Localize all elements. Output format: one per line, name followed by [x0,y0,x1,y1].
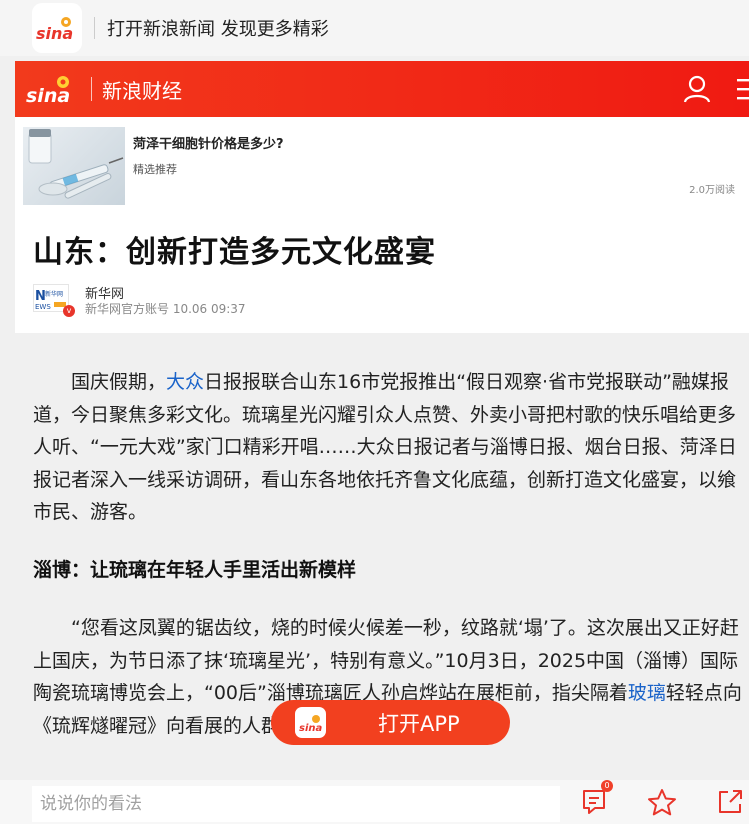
ad-tag: 精选推荐 [133,163,177,176]
comment-icon[interactable] [581,788,607,820]
menu-icon[interactable] [737,78,749,104]
comment-count-badge: 0 [601,780,613,792]
sina-eye-logo-icon: sina [26,76,70,106]
app-promo-bar[interactable]: sina 打开新浪新闻 发现更多精彩 [0,0,749,56]
article-header-card: 菏泽干细胞针价格是多少? 精选推荐 2.0万阅读 山东：创新打造多元文化盛宴 N… [15,117,749,333]
svg-text:EWS: EWS [35,303,51,311]
sina-logo[interactable]: sina [25,72,81,106]
ad-read-count: 2.0万阅读 [689,185,735,196]
divider [91,77,92,101]
keyword-link[interactable]: 大众 [166,371,204,393]
user-icon[interactable] [683,75,711,107]
open-app-label: 打开APP [378,711,460,736]
star-icon[interactable] [647,788,677,820]
comment-input[interactable] [32,786,560,822]
syringe-vial-image [28,129,124,199]
channel-title[interactable]: 新浪财经 [102,75,182,104]
svg-text:sina: sina [26,85,70,106]
paragraph: 国庆假期，大众日报报联合山东16市党报推出“假日观察·省市党报联动”融媒报道，今… [33,366,749,529]
paragraph-text: 日报报联合山东16市党报推出“假日观察·省市党报联动”融媒报道，今日聚焦多彩文化… [33,371,737,523]
article-title: 山东：创新打造多元文化盛宴 [33,235,436,270]
bottom-bar: 0 [0,780,749,824]
verified-badge: v [63,305,75,317]
author-meta: 新华网官方账号 10.06 09:37 [85,302,246,316]
sina-app-icon: sina [295,707,326,738]
promo-text[interactable]: 打开新浪新闻 发现更多精彩 [107,15,329,41]
svg-text:sina: sina [36,24,73,43]
author-info[interactable]: N 新华网 EWS v 新华网 新华网官方账号 10.06 09:37 [33,280,633,317]
keyword-link[interactable]: 玻璃 [628,682,666,704]
svg-text:新华网: 新华网 [45,290,63,298]
divider [94,17,95,39]
paragraph-text: 国庆假期， [71,371,167,393]
sina-eye-logo-icon: sina [36,17,73,43]
share-icon[interactable] [716,788,744,820]
open-app-button[interactable]: sina 打开APP [271,700,510,745]
section-heading: 淄博：让琉璃在年轻人手里活出新模样 [33,558,357,581]
ad-thumbnail[interactable] [23,127,125,205]
sponsored-ad[interactable]: 菏泽干细胞针价格是多少? 精选推荐 2.0万阅读 [23,127,735,207]
svg-text:sina: sina [299,723,322,733]
sina-news-logo: sina [32,3,82,53]
ad-title[interactable]: 菏泽干细胞针价格是多少? [133,133,284,152]
channel-header: sina 新浪财经 [15,61,749,117]
